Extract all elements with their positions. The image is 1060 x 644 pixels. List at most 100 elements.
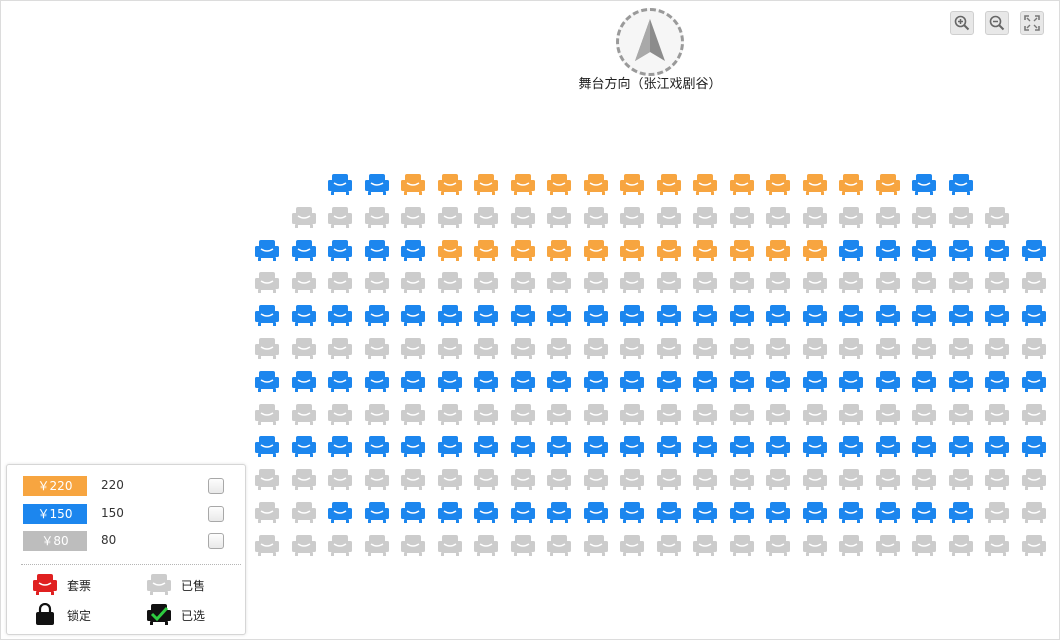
seat-150[interactable] [876,501,900,523]
seat-150[interactable] [912,173,936,195]
seat-150[interactable] [474,501,498,523]
seat-150[interactable] [365,173,389,195]
seat-150[interactable] [365,435,389,457]
seat-150[interactable] [766,501,790,523]
seat-150[interactable] [1022,435,1046,457]
seat-150[interactable] [547,435,571,457]
seat-150[interactable] [1022,370,1046,392]
seat-150[interactable] [949,173,973,195]
seat-150[interactable] [438,370,462,392]
seat-150[interactable] [511,435,535,457]
seat-150[interactable] [803,501,827,523]
seat-150[interactable] [839,501,863,523]
seat-150[interactable] [365,239,389,261]
seat-150[interactable] [949,501,973,523]
seat-150[interactable] [255,304,279,326]
seat-150[interactable] [547,501,571,523]
seat-220[interactable] [474,173,498,195]
seat-220[interactable] [766,173,790,195]
seat-150[interactable] [620,435,644,457]
seat-150[interactable] [474,304,498,326]
seat-150[interactable] [839,370,863,392]
seat-150[interactable] [438,501,462,523]
seat-220[interactable] [511,239,535,261]
seat-150[interactable] [401,435,425,457]
seat-150[interactable] [766,435,790,457]
seat-150[interactable] [912,239,936,261]
seat-220[interactable] [693,173,717,195]
seat-150[interactable] [328,501,352,523]
seat-150[interactable] [584,501,608,523]
seat-150[interactable] [912,501,936,523]
seat-220[interactable] [839,173,863,195]
seat-220[interactable] [803,239,827,261]
price-filter-checkbox-220[interactable] [208,478,224,494]
seat-150[interactable] [255,370,279,392]
seat-150[interactable] [949,239,973,261]
seat-150[interactable] [620,370,644,392]
seat-150[interactable] [803,304,827,326]
seat-150[interactable] [839,239,863,261]
seat-150[interactable] [328,370,352,392]
seat-150[interactable] [803,370,827,392]
seat-150[interactable] [839,304,863,326]
seat-150[interactable] [511,501,535,523]
seat-220[interactable] [438,239,462,261]
seat-150[interactable] [292,370,316,392]
seat-220[interactable] [474,239,498,261]
seat-150[interactable] [657,435,681,457]
seat-220[interactable] [584,239,608,261]
seat-220[interactable] [584,173,608,195]
seat-150[interactable] [912,304,936,326]
seat-150[interactable] [839,435,863,457]
seat-150[interactable] [657,304,681,326]
seat-150[interactable] [730,370,754,392]
price-filter-checkbox-80[interactable] [208,533,224,549]
seat-150[interactable] [985,304,1009,326]
seat-150[interactable] [693,370,717,392]
seat-150[interactable] [1022,304,1046,326]
seat-220[interactable] [730,239,754,261]
seat-220[interactable] [657,239,681,261]
seat-150[interactable] [693,304,717,326]
seat-150[interactable] [876,239,900,261]
seat-150[interactable] [365,370,389,392]
seat-150[interactable] [657,370,681,392]
price-filter-checkbox-150[interactable] [208,506,224,522]
seat-150[interactable] [1022,239,1046,261]
seat-150[interactable] [401,239,425,261]
seat-150[interactable] [474,370,498,392]
seat-150[interactable] [438,304,462,326]
seat-220[interactable] [511,173,535,195]
seat-150[interactable] [401,304,425,326]
seat-150[interactable] [876,370,900,392]
seat-220[interactable] [401,173,425,195]
seat-150[interactable] [255,435,279,457]
seat-220[interactable] [657,173,681,195]
seat-150[interactable] [328,239,352,261]
seat-150[interactable] [511,304,535,326]
seat-150[interactable] [730,304,754,326]
seat-150[interactable] [365,501,389,523]
seat-150[interactable] [620,501,644,523]
seat-150[interactable] [730,501,754,523]
seat-150[interactable] [255,239,279,261]
seat-220[interactable] [693,239,717,261]
seat-150[interactable] [547,370,571,392]
seat-220[interactable] [438,173,462,195]
seat-150[interactable] [949,435,973,457]
seat-220[interactable] [620,239,644,261]
seat-150[interactable] [292,304,316,326]
seat-150[interactable] [912,370,936,392]
seat-150[interactable] [620,304,644,326]
seat-220[interactable] [547,173,571,195]
seat-150[interactable] [912,435,936,457]
seat-150[interactable] [584,304,608,326]
seat-150[interactable] [985,370,1009,392]
seat-150[interactable] [401,370,425,392]
seat-150[interactable] [766,304,790,326]
seat-150[interactable] [328,173,352,195]
seat-150[interactable] [401,501,425,523]
seat-150[interactable] [693,501,717,523]
seat-150[interactable] [365,304,389,326]
